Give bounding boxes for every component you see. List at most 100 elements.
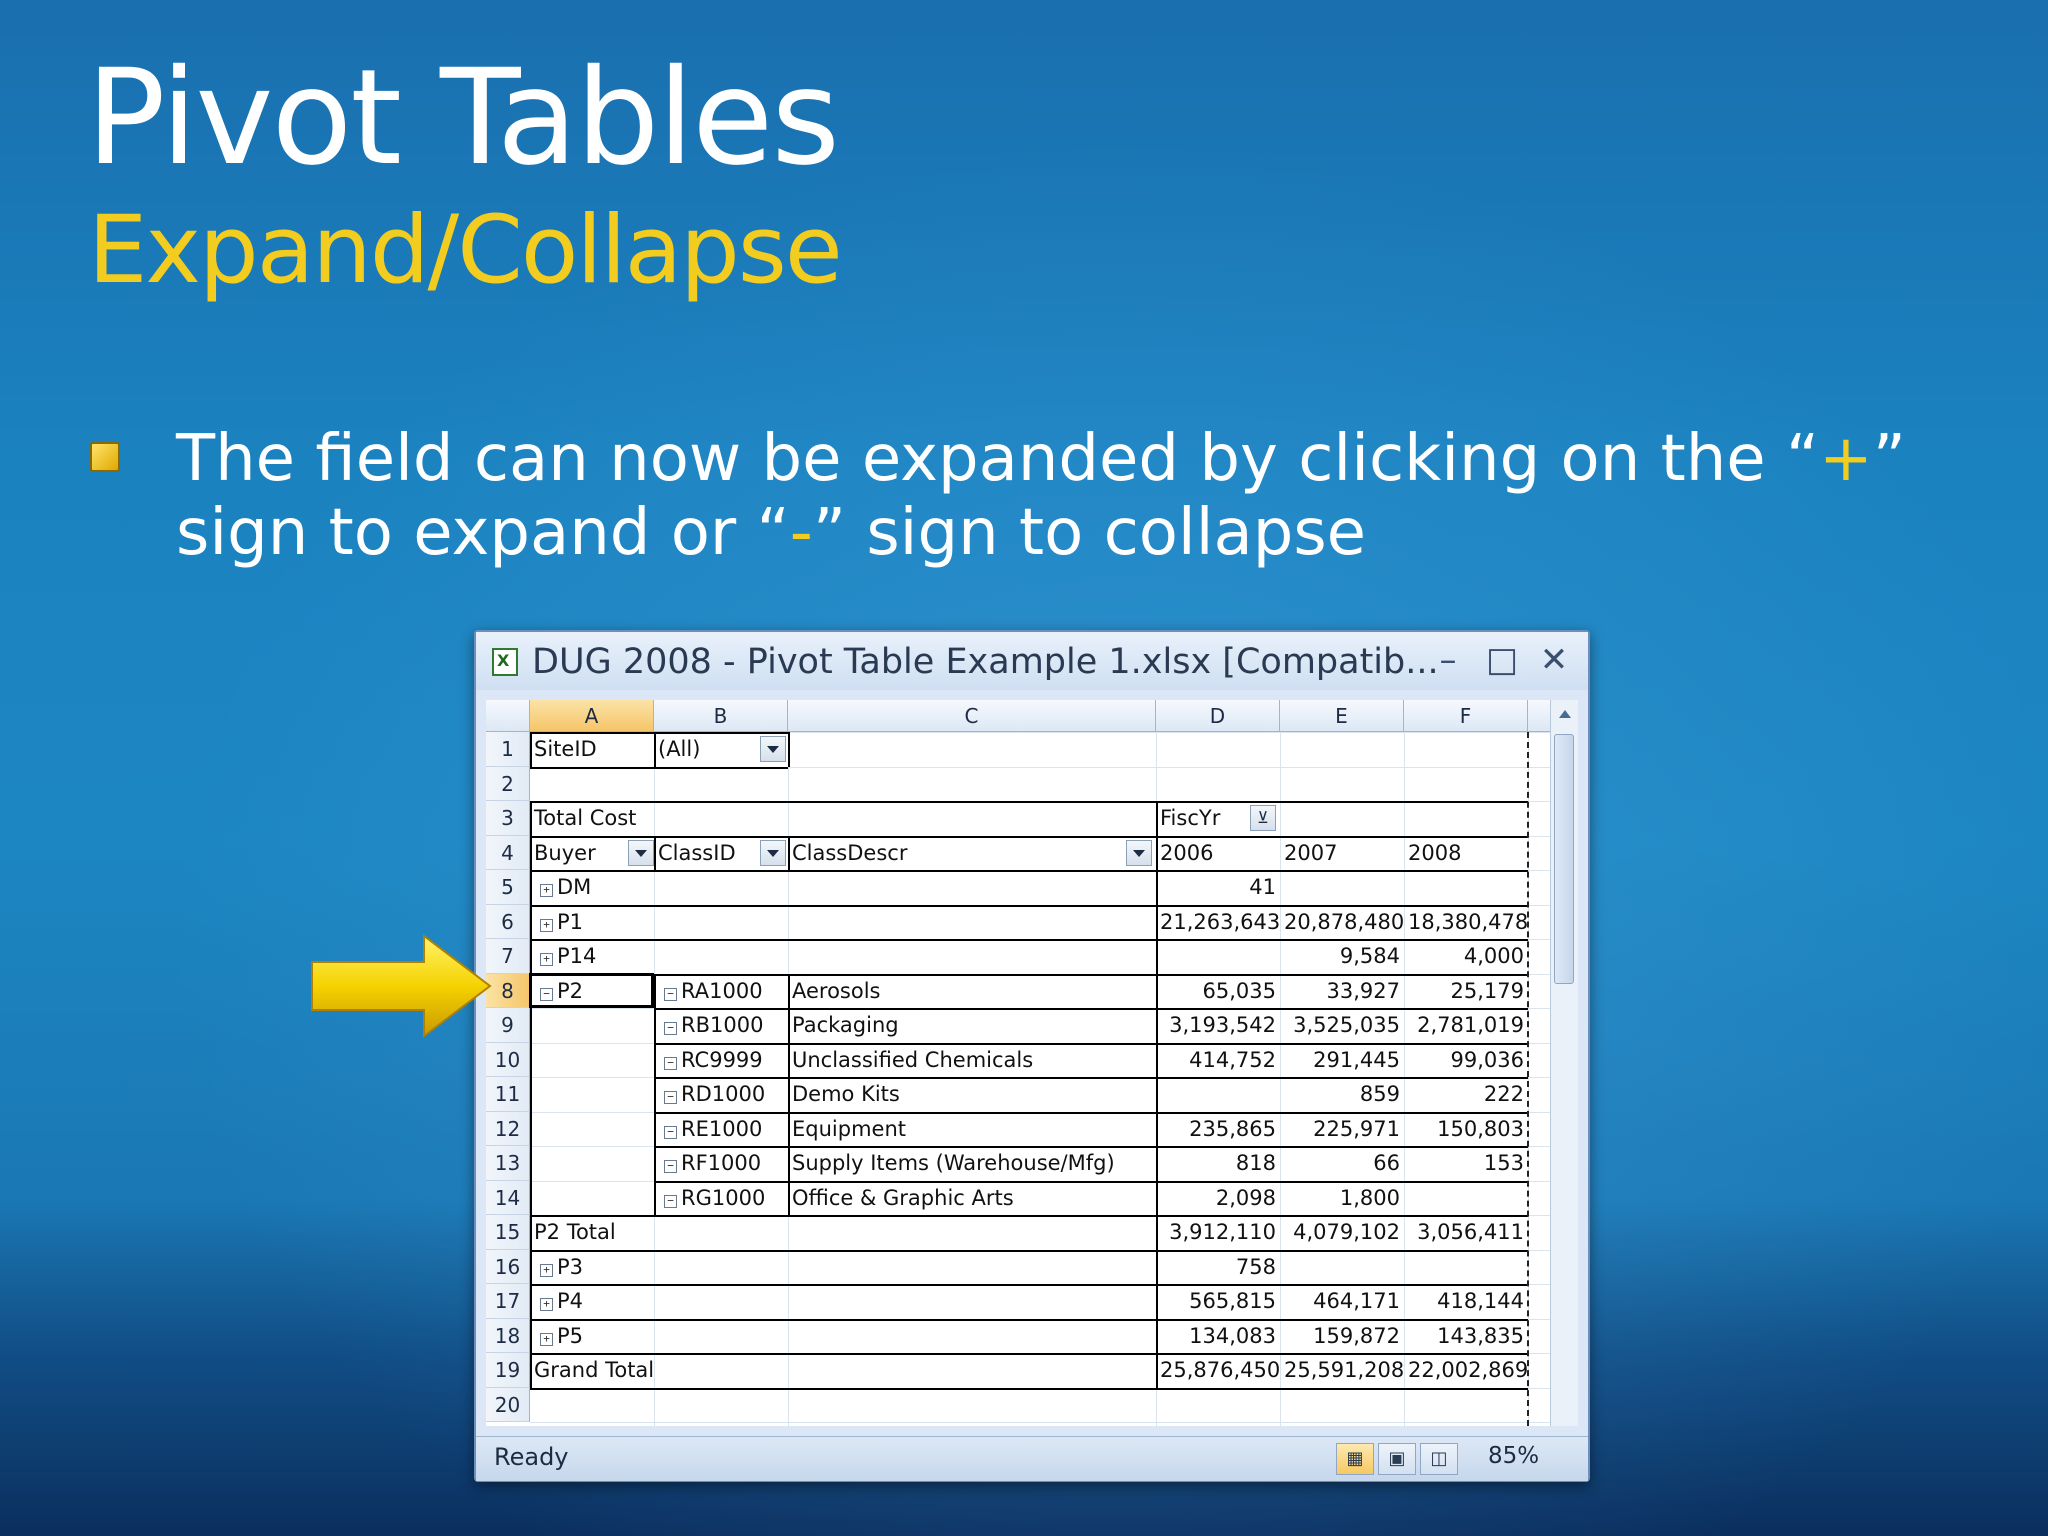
cell-c12[interactable]: Equipment bbox=[788, 1112, 1156, 1147]
cell-a17[interactable]: + P4 bbox=[530, 1284, 654, 1319]
cell-f15[interactable]: 3,056,411 bbox=[1404, 1215, 1528, 1250]
select-all-corner[interactable] bbox=[486, 700, 530, 732]
cell-b13[interactable]: − RF1000 bbox=[654, 1146, 788, 1181]
fiscyr-filter-icon[interactable]: ⊻ bbox=[1250, 805, 1276, 831]
cell-b4[interactable]: ClassID bbox=[654, 836, 758, 871]
row-header-10[interactable]: 10 bbox=[486, 1042, 530, 1077]
cell-d8[interactable]: 65,035 bbox=[1156, 974, 1280, 1009]
cell-d19[interactable]: 25,876,450 bbox=[1156, 1353, 1280, 1388]
cell-e9[interactable]: 3,525,035 bbox=[1280, 1008, 1404, 1043]
cell-d18[interactable]: 134,083 bbox=[1156, 1319, 1280, 1354]
cell-e8[interactable]: 33,927 bbox=[1280, 974, 1404, 1009]
cell-e17[interactable]: 464,171 bbox=[1280, 1284, 1404, 1319]
cell-e18[interactable]: 159,872 bbox=[1280, 1319, 1404, 1354]
cell-d5[interactable]: 41 bbox=[1156, 870, 1280, 905]
row-header-11[interactable]: 11 bbox=[486, 1077, 530, 1112]
cell-e10[interactable]: 291,445 bbox=[1280, 1043, 1404, 1078]
expand-plus-icon[interactable]: + bbox=[540, 1298, 553, 1311]
cell-e4[interactable]: 2007 bbox=[1280, 836, 1404, 871]
cell-b8[interactable]: − RA1000 bbox=[654, 974, 788, 1009]
cell-c14[interactable]: Office & Graphic Arts bbox=[788, 1181, 1156, 1216]
cell-a3[interactable]: Total Cost bbox=[530, 801, 780, 836]
collapse-minus-icon[interactable]: − bbox=[664, 1091, 677, 1104]
column-header-e[interactable]: E bbox=[1280, 700, 1404, 732]
classdescr-dropdown[interactable] bbox=[1126, 840, 1152, 866]
minimize-button[interactable]: – bbox=[1426, 640, 1470, 680]
zoom-level[interactable]: 85% bbox=[1488, 1443, 1539, 1469]
collapse-minus-icon[interactable]: − bbox=[664, 1125, 677, 1139]
cell-a1[interactable]: SiteID bbox=[530, 732, 654, 767]
cell-f17[interactable]: 418,144 bbox=[1404, 1284, 1528, 1319]
column-header-d[interactable]: D bbox=[1156, 700, 1280, 732]
buyer-dropdown[interactable] bbox=[628, 840, 654, 866]
cell-b10[interactable]: − RC9999 bbox=[654, 1043, 788, 1078]
cell-d10[interactable]: 414,752 bbox=[1156, 1043, 1280, 1078]
cell-c8[interactable]: Aerosols bbox=[788, 974, 1156, 1009]
cell-a19[interactable]: Grand Total bbox=[530, 1353, 1130, 1388]
column-header-c[interactable]: C bbox=[788, 700, 1156, 732]
cell-c10[interactable]: Unclassified Chemicals bbox=[788, 1043, 1156, 1078]
collapse-minus-icon[interactable]: − bbox=[664, 987, 677, 1001]
cell-f11[interactable]: 222 bbox=[1404, 1077, 1528, 1112]
cell-a16[interactable]: + P3 bbox=[530, 1250, 654, 1285]
cell-e14[interactable]: 1,800 bbox=[1280, 1181, 1404, 1216]
cell-f10[interactable]: 99,036 bbox=[1404, 1043, 1528, 1078]
row-header-18[interactable]: 18 bbox=[486, 1318, 530, 1353]
row-header-2[interactable]: 2 bbox=[486, 766, 530, 801]
close-button[interactable]: ✕ bbox=[1532, 640, 1576, 680]
column-header-a[interactable]: A bbox=[530, 700, 654, 732]
collapse-minus-icon[interactable]: − bbox=[664, 1194, 677, 1208]
cell-a15[interactable]: P2 Total bbox=[530, 1215, 1130, 1250]
classid-dropdown[interactable] bbox=[760, 840, 786, 866]
column-header-f[interactable]: F bbox=[1404, 700, 1528, 732]
cell-a6[interactable]: + P1 bbox=[530, 905, 654, 940]
cell-e13[interactable]: 66 bbox=[1280, 1146, 1404, 1181]
cell-b11[interactable]: − RD1000 bbox=[654, 1077, 788, 1112]
column-header-b[interactable]: B bbox=[654, 700, 788, 732]
row-header-14[interactable]: 14 bbox=[486, 1180, 530, 1215]
cell-d16[interactable]: 758 bbox=[1156, 1250, 1280, 1285]
normal-view-button[interactable]: ▦ bbox=[1336, 1443, 1374, 1475]
cell-c13[interactable]: Supply Items (Warehouse/Mfg) bbox=[788, 1146, 1156, 1181]
cell-d17[interactable]: 565,815 bbox=[1156, 1284, 1280, 1319]
cell-e12[interactable]: 225,971 bbox=[1280, 1112, 1404, 1147]
row-header-15[interactable]: 15 bbox=[486, 1215, 530, 1250]
cell-a18[interactable]: + P5 bbox=[530, 1319, 654, 1354]
cell-b14[interactable]: − RG1000 bbox=[654, 1181, 788, 1216]
cell-f18[interactable]: 143,835 bbox=[1404, 1319, 1528, 1354]
cell-d14[interactable]: 2,098 bbox=[1156, 1181, 1280, 1216]
window-titlebar[interactable]: DUG 2008 - Pivot Table Example 1.xlsx [C… bbox=[476, 632, 1588, 690]
page-layout-view-button[interactable]: ▣ bbox=[1378, 1443, 1416, 1475]
expand-plus-icon[interactable]: + bbox=[540, 1332, 553, 1346]
row-header-1[interactable]: 1 bbox=[486, 732, 530, 767]
cell-b12[interactable]: − RE1000 bbox=[654, 1112, 788, 1147]
cell-a5[interactable]: + DM bbox=[530, 870, 654, 905]
row-header-5[interactable]: 5 bbox=[486, 870, 530, 905]
cell-d13[interactable]: 818 bbox=[1156, 1146, 1280, 1181]
cell-f12[interactable]: 150,803 bbox=[1404, 1112, 1528, 1147]
row-header-3[interactable]: 3 bbox=[486, 801, 530, 836]
row-header-17[interactable]: 17 bbox=[486, 1284, 530, 1319]
cell-d15[interactable]: 3,912,110 bbox=[1156, 1215, 1280, 1250]
collapse-minus-icon[interactable]: − bbox=[664, 1160, 677, 1173]
scroll-up-arrow-icon[interactable] bbox=[1551, 700, 1578, 730]
cell-e6[interactable]: 20,878,480 bbox=[1280, 905, 1404, 940]
cell-a7[interactable]: + P14 bbox=[530, 939, 654, 974]
collapse-minus-icon[interactable]: − bbox=[664, 1022, 677, 1035]
cell-e19[interactable]: 25,591,208 bbox=[1280, 1353, 1404, 1388]
row-header-12[interactable]: 12 bbox=[486, 1111, 530, 1146]
page-break-preview-button[interactable]: ◫ bbox=[1420, 1443, 1458, 1475]
row-header-20[interactable]: 20 bbox=[486, 1387, 530, 1422]
siteid-filter-dropdown[interactable] bbox=[760, 736, 786, 762]
cell-e11[interactable]: 859 bbox=[1280, 1077, 1404, 1112]
row-header-16[interactable]: 16 bbox=[486, 1249, 530, 1284]
cell-f8[interactable]: 25,179 bbox=[1404, 974, 1528, 1009]
expand-plus-icon[interactable]: + bbox=[540, 884, 553, 897]
row-header-13[interactable]: 13 bbox=[486, 1146, 530, 1181]
expand-plus-icon[interactable]: + bbox=[540, 953, 553, 966]
cell-f6[interactable]: 18,380,478 bbox=[1404, 905, 1528, 940]
row-header-4[interactable]: 4 bbox=[486, 835, 530, 870]
cell-d9[interactable]: 3,193,542 bbox=[1156, 1008, 1280, 1043]
cell-f4[interactable]: 2008 bbox=[1404, 836, 1528, 871]
expand-plus-icon[interactable]: + bbox=[540, 1263, 553, 1277]
